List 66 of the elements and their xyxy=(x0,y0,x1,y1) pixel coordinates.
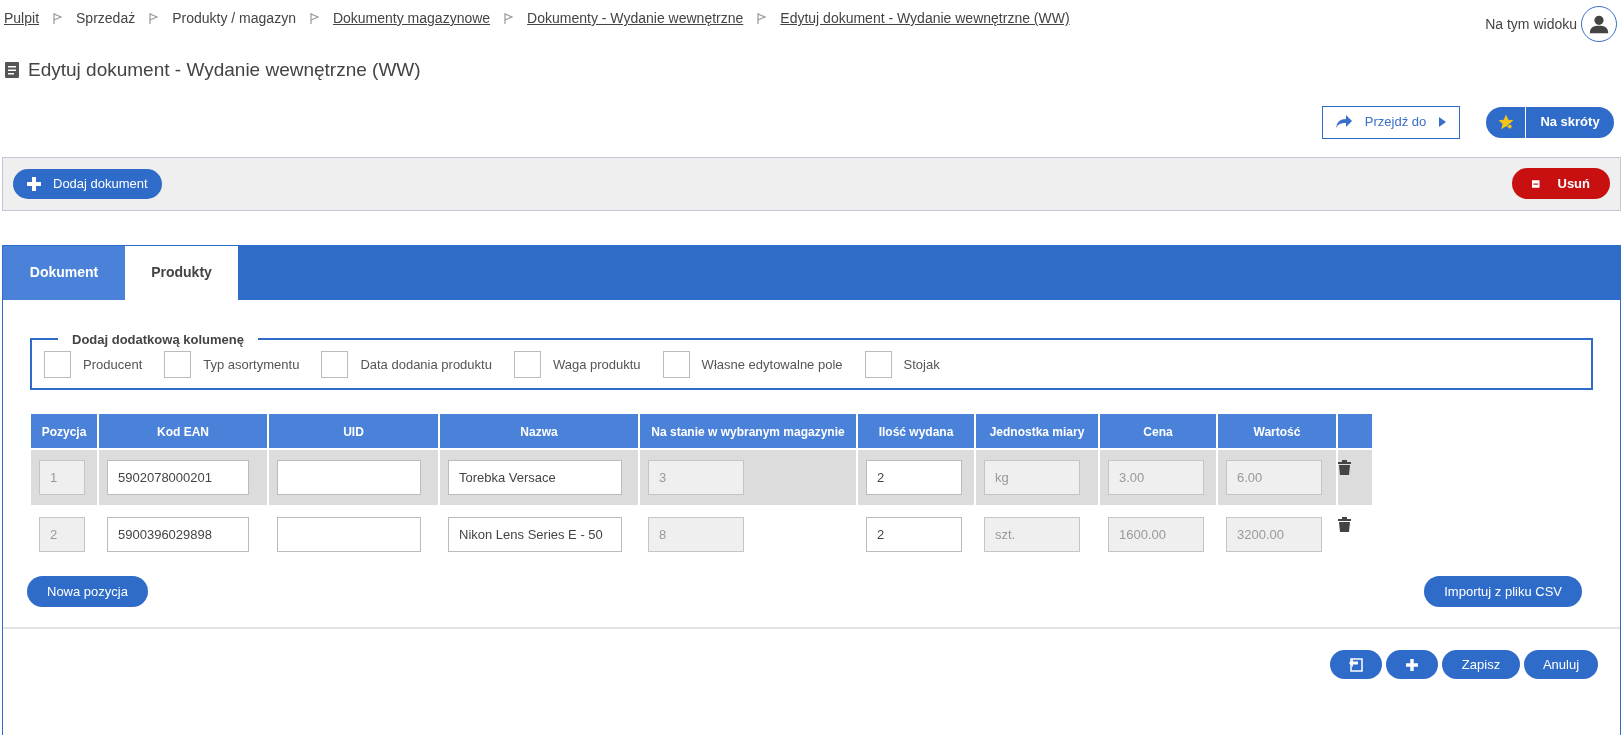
plus-icon xyxy=(1406,658,1418,671)
flag-separator-icon xyxy=(504,13,514,24)
column-header xyxy=(1338,414,1372,448)
input-field[interactable]: 2 xyxy=(866,460,962,495)
breadcrumb-link[interactable]: Pulpit xyxy=(4,8,40,29)
favorite-star-button[interactable] xyxy=(1486,106,1526,138)
checkbox[interactable] xyxy=(164,351,192,378)
group-legend: Dodaj dodatkową kolumenę xyxy=(58,329,258,349)
user-menu-label[interactable]: Na tym widoku xyxy=(1485,13,1577,35)
save-button[interactable]: Zapisz xyxy=(1442,650,1520,679)
caret-icon xyxy=(1439,117,1446,127)
plus-icon xyxy=(27,176,41,191)
trash-icon[interactable] xyxy=(1338,517,1351,532)
share-arrow-icon xyxy=(1336,115,1352,129)
input-field[interactable] xyxy=(277,517,421,552)
document-icon xyxy=(4,61,20,80)
input-field[interactable]: 5902078000201 xyxy=(107,460,249,495)
flag-separator-icon xyxy=(149,13,159,24)
trash-icon[interactable] xyxy=(1338,460,1351,475)
checkbox-label: Stojak xyxy=(903,355,940,374)
checkbox[interactable] xyxy=(321,351,349,378)
go-to-button[interactable]: Przejdź do xyxy=(1322,105,1460,139)
breadcrumb-link[interactable]: Dokumenty magazynowe xyxy=(332,8,491,29)
input-field[interactable]: 5900396029898 xyxy=(107,517,249,552)
page-title: Edytuj dokument - Wydanie wewnętrzne (WW) xyxy=(28,58,421,82)
checkbox[interactable] xyxy=(662,351,690,378)
flag-separator-icon xyxy=(53,13,63,24)
column-header: Na stanie w wybranym magazynie xyxy=(640,414,856,448)
checkbox-label: Typ asortymentu xyxy=(203,355,300,374)
breadcrumb-item: Sprzedaż xyxy=(76,9,136,28)
column-header: Wartość xyxy=(1218,414,1336,448)
add-document-button[interactable]: Dodaj dokument xyxy=(13,168,162,199)
flag-separator-icon xyxy=(757,13,767,24)
column-header: Nazwa xyxy=(440,414,638,448)
tab[interactable]: Produkty xyxy=(125,245,238,300)
checkbox-label: Data dodania produktu xyxy=(360,355,492,374)
checkbox[interactable] xyxy=(864,351,892,378)
breadcrumb-link[interactable]: Edytuj dokument - Wydanie wewnętrzne (WW) xyxy=(780,8,1070,29)
delete-button[interactable]: Usuń xyxy=(1512,168,1610,199)
column-header: Ilość wydana xyxy=(858,414,974,448)
column-header: Kod EAN xyxy=(99,414,267,448)
breadcrumb-item: Produkty / magazyn xyxy=(172,9,296,28)
restore-button[interactable] xyxy=(1330,650,1382,679)
checkbox[interactable] xyxy=(513,351,541,378)
column-header: Pozycja xyxy=(31,414,97,448)
checkbox-label: Waga produktu xyxy=(552,355,641,374)
breadcrumb-link[interactable]: Dokumenty - Wydanie wewnętrzne xyxy=(527,8,744,29)
column-header: UID xyxy=(269,414,438,448)
star-icon xyxy=(1496,113,1515,131)
cancel-button[interactable]: Anuluj xyxy=(1524,650,1598,679)
input-field[interactable]: Nikon Lens Series E - 50 xyxy=(448,517,622,552)
add-button[interactable] xyxy=(1386,650,1438,679)
input-field[interactable]: Torebka Versace xyxy=(448,460,622,495)
new-row-button[interactable]: Nowa pozycja xyxy=(27,576,148,607)
shortcuts-button[interactable]: Na skróty xyxy=(1526,106,1614,138)
checkbox[interactable] xyxy=(44,351,71,378)
tab[interactable]: Dokument xyxy=(3,245,125,300)
input-field[interactable]: 2 xyxy=(866,517,962,552)
column-header: Jednostka miary xyxy=(976,414,1098,448)
input-field[interactable]: kg xyxy=(984,460,1080,495)
flag-separator-icon xyxy=(309,13,319,24)
checkbox-label: Producent xyxy=(83,355,143,374)
checkbox-label: Własne edytowalne pole xyxy=(701,355,843,374)
column-header: Cena xyxy=(1100,414,1216,448)
import-csv-button[interactable]: Importuj z pliku CSV xyxy=(1424,576,1582,607)
input-field[interactable] xyxy=(277,460,421,495)
